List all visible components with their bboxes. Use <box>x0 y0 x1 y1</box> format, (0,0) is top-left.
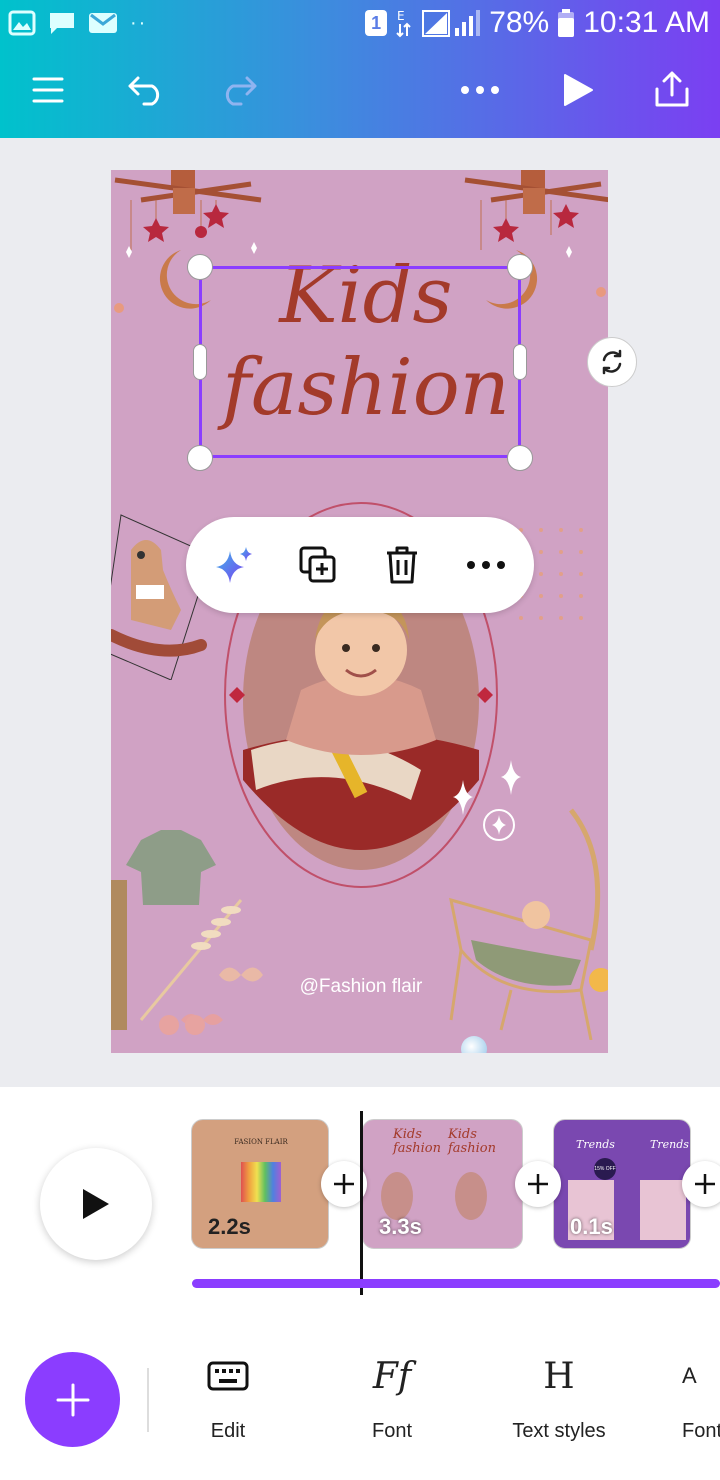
resize-handle-bottom-right[interactable] <box>507 445 533 471</box>
add-element-button[interactable] <box>25 1352 120 1447</box>
more-icon <box>467 561 505 569</box>
notification-icons: ·· <box>8 10 147 36</box>
font-icon: Ff <box>372 1355 412 1397</box>
tool-edit-label: Edit <box>210 1420 246 1442</box>
redo-icon <box>225 76 257 106</box>
resize-handle-top-right[interactable] <box>507 254 533 280</box>
social-handle-text[interactable]: @Fashion flair <box>291 976 431 998</box>
play-icon <box>564 74 593 106</box>
timeline-playhead[interactable] <box>360 1111 363 1295</box>
resize-handle-top-left[interactable] <box>187 254 213 280</box>
plus-icon <box>56 1383 89 1416</box>
keyboard-icon <box>188 1350 268 1402</box>
rotate-icon <box>602 349 622 375</box>
hamburger-icon <box>32 77 64 103</box>
tool-font[interactable]: Ff Font <box>352 1350 432 1450</box>
page-3-photo-right <box>640 1180 686 1240</box>
data-icon: E <box>396 9 411 38</box>
selection-frame[interactable] <box>199 266 521 458</box>
battery-percent: 78% <box>489 6 550 39</box>
status-bar: ·· 1 E 78% 10:31 AM <box>0 0 720 48</box>
fabric-sticker <box>111 880 127 1030</box>
tool-edit[interactable]: Edit <box>188 1350 268 1450</box>
element-context-menu <box>186 517 534 613</box>
more-icon <box>461 86 499 94</box>
undo-button[interactable] <box>118 62 174 118</box>
page-2-title-right: Kids fashion <box>448 1127 496 1156</box>
message-icon <box>50 13 74 34</box>
page-thumbnail-2[interactable]: Kids fashion Kids fashion 3.3s <box>362 1119 523 1249</box>
resize-handle-left[interactable] <box>193 344 207 380</box>
redo-button[interactable] <box>211 62 267 118</box>
play-preview-button[interactable] <box>550 62 606 118</box>
sim-icon: 1 <box>365 10 388 36</box>
page-2-photo-right <box>455 1172 487 1220</box>
duplicate-icon <box>299 546 336 583</box>
share-button[interactable] <box>644 62 700 118</box>
plus-icon <box>334 1174 354 1194</box>
tool-font-size-label: Font <box>682 1420 720 1442</box>
resize-handle-right[interactable] <box>513 344 527 380</box>
play-icon <box>83 1189 109 1219</box>
clock: 10:31 AM <box>583 6 710 39</box>
rotate-button[interactable] <box>587 337 637 387</box>
font-size-icon: A <box>682 1363 697 1388</box>
page-3-title-right: Trends <box>650 1138 689 1151</box>
status-right: 1 E 78% 10:31 AM <box>365 6 710 40</box>
text-styles-icon: H <box>543 1355 575 1397</box>
page-2-duration: 3.3s <box>379 1214 422 1239</box>
add-page-button-2[interactable] <box>515 1161 561 1207</box>
page-thumbnail-3[interactable]: Trends Trends 15% OFF 0.1s <box>553 1119 691 1249</box>
page-1-title: FASION FLAIR <box>234 1138 288 1146</box>
add-page-button-3[interactable] <box>682 1161 720 1207</box>
tool-text-styles-label: Text styles <box>512 1420 606 1442</box>
magic-button[interactable] <box>210 541 258 589</box>
page-2-title-left: Kids fashion <box>393 1127 441 1156</box>
wheat-and-bow-sticker <box>139 899 263 1025</box>
tool-text-styles[interactable]: H Text styles <box>500 1350 618 1450</box>
more-notifications-icon: ·· <box>130 11 148 34</box>
page-3-discount-badge: 15% OFF <box>594 1158 616 1180</box>
cradle-sticker[interactable] <box>441 800 608 1040</box>
page-1-image <box>241 1162 281 1202</box>
page-3-title-left: Trends <box>576 1138 615 1151</box>
svg-text:E: E <box>397 9 405 23</box>
timeline-progress-bar[interactable] <box>192 1279 720 1288</box>
mail-icon <box>89 13 117 33</box>
tool-divider <box>147 1368 149 1432</box>
tool-font-size[interactable]: A Font <box>682 1350 720 1450</box>
top-bar: ·· 1 E 78% 10:31 AM <box>0 0 720 138</box>
page-thumbnail-1[interactable]: FASION FLAIR 2.2s <box>191 1119 329 1249</box>
resize-handle-bottom-left[interactable] <box>187 445 213 471</box>
page-2-photo-left <box>381 1172 413 1220</box>
plus-icon <box>695 1174 715 1194</box>
signal-icon <box>422 10 481 37</box>
plus-icon <box>528 1174 548 1194</box>
tool-font-label: Font <box>371 1420 413 1442</box>
tool-font-size-clip: A Font <box>670 1350 720 1450</box>
menu-button[interactable] <box>20 62 76 118</box>
share-icon <box>655 71 689 107</box>
timeline-play-button[interactable] <box>40 1148 152 1260</box>
baby-shoes-sticker <box>159 1010 209 1040</box>
gallery-icon <box>8 10 36 36</box>
battery-icon <box>558 9 575 37</box>
page-1-duration: 2.2s <box>208 1214 251 1239</box>
page-3-duration: 0.1s <box>570 1214 613 1239</box>
more-options-button[interactable] <box>452 62 508 118</box>
duplicate-button[interactable] <box>294 541 342 589</box>
delete-button[interactable] <box>378 541 426 589</box>
delete-icon <box>387 546 417 584</box>
undo-icon <box>128 76 160 106</box>
magic-icon <box>216 547 252 583</box>
more-element-options-button[interactable] <box>462 541 510 589</box>
